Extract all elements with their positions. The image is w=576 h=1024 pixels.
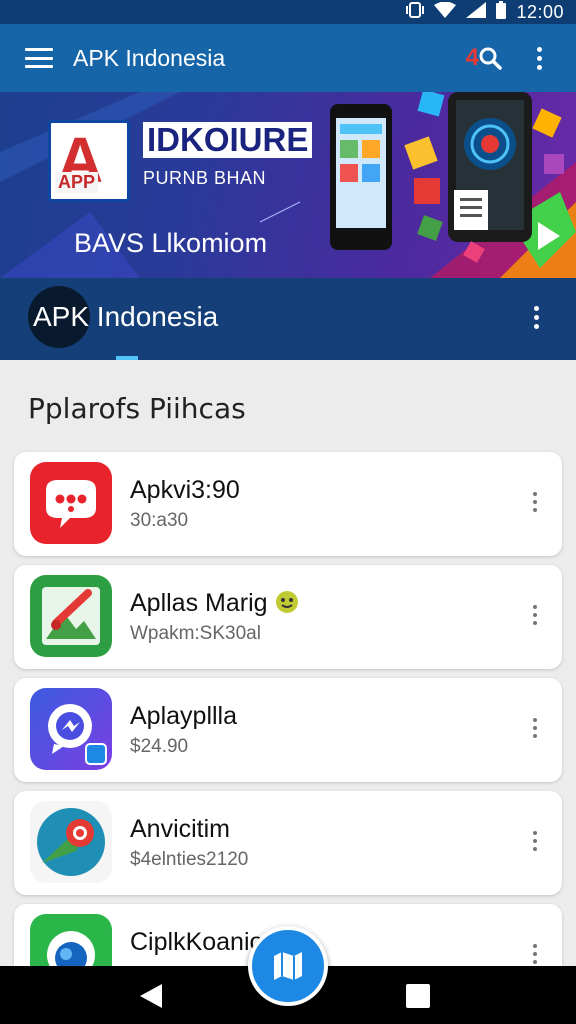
- app-name: Apllas Marig: [130, 589, 299, 618]
- list-item[interactable]: Anvicitim $4elnties2120: [14, 791, 562, 895]
- overflow-menu-icon[interactable]: [537, 46, 543, 70]
- item-menu-icon[interactable]: [533, 605, 538, 625]
- list-item[interactable]: Apkvi3:90 30:a30: [14, 452, 562, 556]
- item-menu-icon[interactable]: [533, 944, 538, 964]
- app-name: CiplkKoanio: [130, 928, 264, 956]
- recents-icon[interactable]: [406, 984, 430, 1008]
- app-meta: Wpakm:SK30al: [130, 623, 261, 644]
- menu-icon[interactable]: [25, 48, 53, 68]
- vibrate-icon: [406, 1, 425, 23]
- map-icon: [274, 952, 302, 980]
- app-meta: $4elnties2120: [130, 849, 249, 870]
- notification-badge: 4: [465, 44, 479, 71]
- wifi-icon: [434, 1, 457, 23]
- app-meta: $24.90: [130, 736, 189, 757]
- chat-bubble-icon: [30, 462, 112, 544]
- search-icon[interactable]: [477, 45, 503, 71]
- app-name: Aplaypllla: [130, 702, 238, 730]
- promo-banner[interactable]: A APP IDKOIURE PURNB BHAN BAVS Llkomiom: [0, 92, 576, 278]
- signal-icon: [466, 1, 487, 23]
- banner-subtitle: PURNB BHAN: [143, 168, 267, 188]
- messenger-icon: [30, 688, 112, 770]
- channel-name: APK Indonesia: [33, 301, 219, 332]
- list-item[interactable]: Aplaypllla $24.90: [14, 678, 562, 782]
- banner-tagline: BAVS Llkomiom: [74, 228, 268, 258]
- back-icon[interactable]: [140, 984, 162, 1008]
- tab-indicator: [116, 356, 138, 360]
- photo-brush-icon: [30, 575, 112, 657]
- map-fab-button[interactable]: [248, 926, 328, 1006]
- map-pin-icon: [30, 801, 112, 883]
- item-menu-icon[interactable]: [533, 492, 538, 512]
- app-name: Apkvi3:90: [130, 476, 240, 504]
- overflow-menu-icon[interactable]: [534, 306, 540, 329]
- battery-icon: [496, 0, 507, 24]
- brand-logo: A APP: [48, 120, 130, 202]
- app-title: APK Indonesia: [73, 44, 226, 71]
- item-menu-icon[interactable]: [533, 718, 538, 738]
- status-time: 12:00: [516, 1, 564, 22]
- section-title: Pplarofs Piihcas: [28, 392, 246, 425]
- app-bar: APK Indonesia 4: [0, 24, 576, 92]
- list-item[interactable]: Apllas Marig Wpakm:SK30al: [14, 565, 562, 669]
- channel-header: APK Indonesia: [0, 278, 576, 360]
- smiley-emoji-icon: [275, 589, 299, 617]
- banner-title: IDKOIURE: [143, 122, 313, 158]
- app-name: Anvicitim: [130, 815, 231, 843]
- status-bar: 12:00: [0, 0, 576, 24]
- item-menu-icon[interactable]: [533, 831, 538, 851]
- app-meta: 30:a30: [130, 510, 189, 531]
